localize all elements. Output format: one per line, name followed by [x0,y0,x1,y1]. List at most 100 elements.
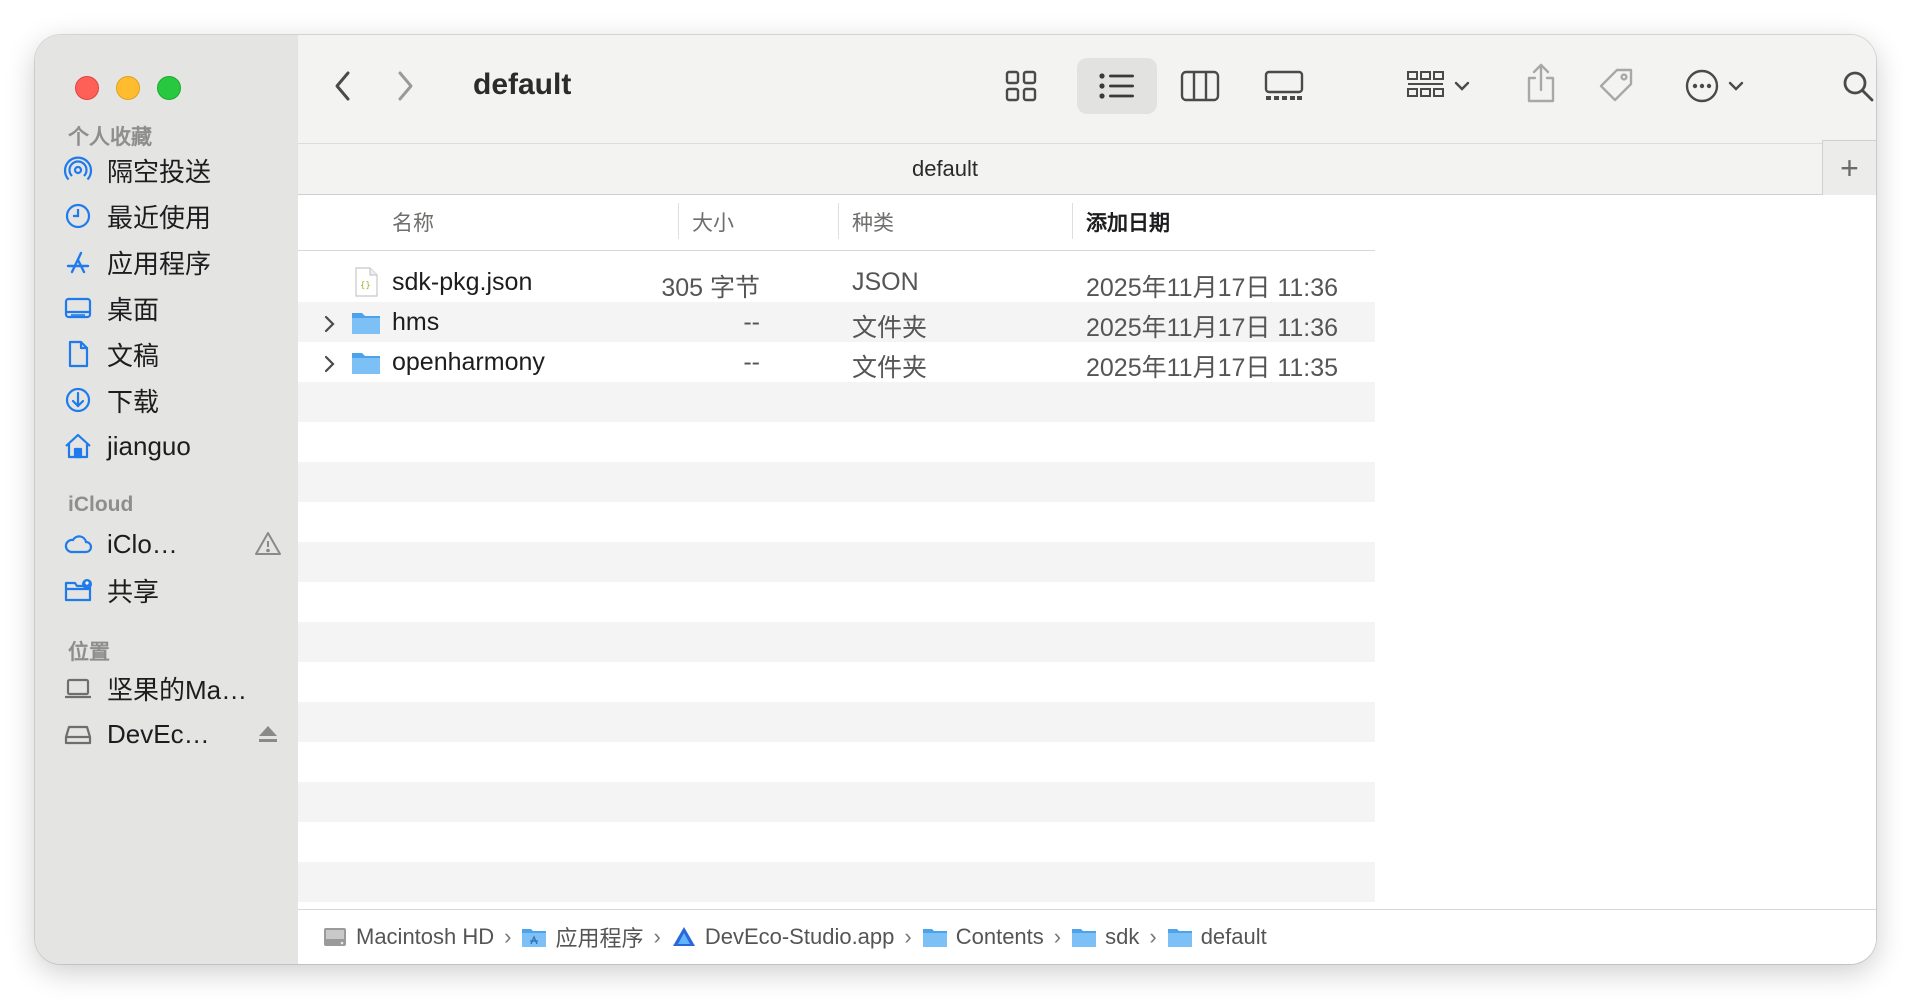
file-kind: JSON [852,268,919,296]
icloud-section-title: iCloud [68,493,134,516]
list-header: 名称 大小 种类 添加日期 [298,195,1375,251]
file-kind: 文件夹 [852,354,928,382]
sidebar-item-label: 最近使用 [107,202,212,233]
share-button[interactable] [1518,57,1564,109]
back-button[interactable] [323,63,363,109]
cloud-icon [63,529,93,559]
crumb-label: Contents [955,924,1044,949]
column-divider[interactable] [1072,203,1073,239]
document-icon [63,339,93,369]
sidebar-item-desktop[interactable]: 桌面 [63,285,283,331]
list-view-button[interactable] [1092,63,1142,109]
column-header-name[interactable]: 名称 [392,207,434,237]
sidebar-item-label: jianguo [107,430,191,461]
chevron-down-icon [1454,81,1470,91]
sidebar-item-label: iClo… [107,528,178,559]
tags-button[interactable] [1594,63,1640,109]
sidebar: 个人收藏 隔空投送 最近使用 应用程序 桌面 文稿 下载 jianguo iCl… [35,35,299,964]
plus-icon: + [1840,150,1859,186]
empty-row-stripe [298,702,1375,742]
group-by-button[interactable] [1401,63,1475,109]
window-title: default [473,68,572,101]
file-name: hms [392,308,440,336]
close-window-button[interactable] [75,76,99,100]
path-crumb-applications[interactable]: 应用程序 › [521,921,670,953]
sidebar-item-deveco-disk[interactable]: DevEc… [63,711,283,757]
disk-icon [63,719,93,749]
sidebar-item-documents[interactable]: 文稿 [63,331,283,377]
file-list: 名称 大小 种类 添加日期 {} sdk-pkg.json 305 字节 JSO… [298,195,1376,944]
file-date-added: 2025年11月17日 11:36 [1086,314,1339,342]
column-view-button[interactable] [1175,63,1225,109]
eject-icon[interactable] [253,719,283,749]
sidebar-item-downloads[interactable]: 下载 [63,377,283,423]
finder-window: 个人收藏 隔空投送 最近使用 应用程序 桌面 文稿 下载 jianguo iCl… [35,35,1876,964]
deveco-app-icon [672,927,695,946]
column-divider[interactable] [838,203,839,239]
file-name: sdk-pkg.json [392,268,533,296]
sidebar-item-icloud-drive[interactable]: iClo… [63,521,283,567]
chevron-left-icon [335,71,350,101]
download-icon [63,385,93,415]
file-rows: {} sdk-pkg.json 305 字节 JSON 2025年11月17日 … [298,262,1375,382]
sidebar-item-mac[interactable]: 坚果的Ma… [63,665,283,711]
sidebar-item-label: 下载 [107,386,160,417]
folder-icon [350,306,382,338]
sidebar-item-label: 共享 [107,576,160,607]
table-row[interactable]: hms -- 文件夹 2025年11月17日 11:36 [298,302,1375,342]
crumb-label: DevEco-Studio.app [704,924,895,949]
applications-folder-icon [522,929,547,947]
column-header-size[interactable]: 大小 [692,207,734,237]
share-icon [1527,63,1555,103]
crumb-separator-icon: › [904,924,912,949]
sidebar-item-recents[interactable]: 最近使用 [63,193,283,239]
chevron-right-icon [398,71,413,101]
icon-view-button[interactable] [996,63,1046,109]
new-tab-button[interactable]: + [1822,140,1876,196]
desktop-icon [63,293,93,323]
path-crumb-deveco-studio[interactable]: DevEco-Studio.app › [671,924,922,950]
window-controls [75,76,181,100]
crumb-separator-icon: › [1053,924,1062,949]
disclosure-chevron-icon[interactable] [322,352,338,373]
search-icon [1843,71,1874,102]
preview-pane [1375,195,1876,944]
empty-row-stripe [298,382,1375,422]
json-file-icon: {} [350,266,382,298]
sidebar-item-home[interactable]: jianguo [63,423,283,469]
minimize-window-button[interactable] [116,76,140,100]
gallery-view-button[interactable] [1256,63,1312,109]
applications-icon [63,247,93,277]
column-header-kind[interactable]: 种类 [852,207,894,237]
file-date-added: 2025年11月17日 11:35 [1086,354,1339,382]
table-row[interactable]: openharmony -- 文件夹 2025年11月17日 11:35 [298,342,1375,382]
clock-icon [63,201,93,231]
table-row[interactable]: {} sdk-pkg.json 305 字节 JSON 2025年11月17日 … [298,262,1375,302]
folder-icon [922,929,947,947]
forward-button[interactable] [385,63,425,109]
tab-default[interactable]: default [298,156,1592,182]
sidebar-item-applications[interactable]: 应用程序 [63,239,283,285]
path-crumb-contents[interactable]: Contents › [922,924,1071,950]
sidebar-item-label: 桌面 [107,294,160,325]
file-size: -- [743,348,760,376]
path-crumb-macintosh-hd[interactable]: Macintosh HD › [322,924,521,950]
group-icon [1407,71,1444,97]
warning-icon[interactable] [253,529,283,559]
empty-row-stripe [298,622,1375,662]
column-header-date-added[interactable]: 添加日期 [1086,207,1170,237]
path-bar: Macintosh HD › 应用程序 › DevEco-Studio.app … [298,909,1876,964]
disclosure-chevron-icon[interactable] [322,312,338,333]
zoom-window-button[interactable] [157,76,181,100]
tag-icon [1599,68,1633,102]
path-crumb-default[interactable]: default [1167,924,1267,950]
search-button[interactable] [1835,63,1876,109]
path-crumb-sdk[interactable]: sdk › [1071,924,1167,950]
toolbar: default default + [298,35,1876,196]
sidebar-item-airdrop[interactable]: 隔空投送 [63,147,283,193]
sidebar-item-label: 应用程序 [107,248,212,279]
more-actions-button[interactable] [1676,63,1752,109]
sidebar-item-shared[interactable]: 共享 [63,567,283,613]
gallery-icon [1264,70,1304,100]
column-divider[interactable] [678,203,679,239]
